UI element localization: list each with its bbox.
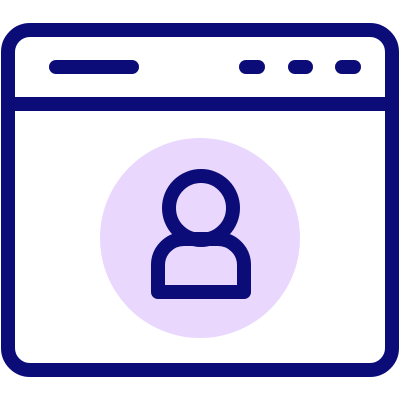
browser-window-user-profile-icon: [1, 23, 399, 377]
